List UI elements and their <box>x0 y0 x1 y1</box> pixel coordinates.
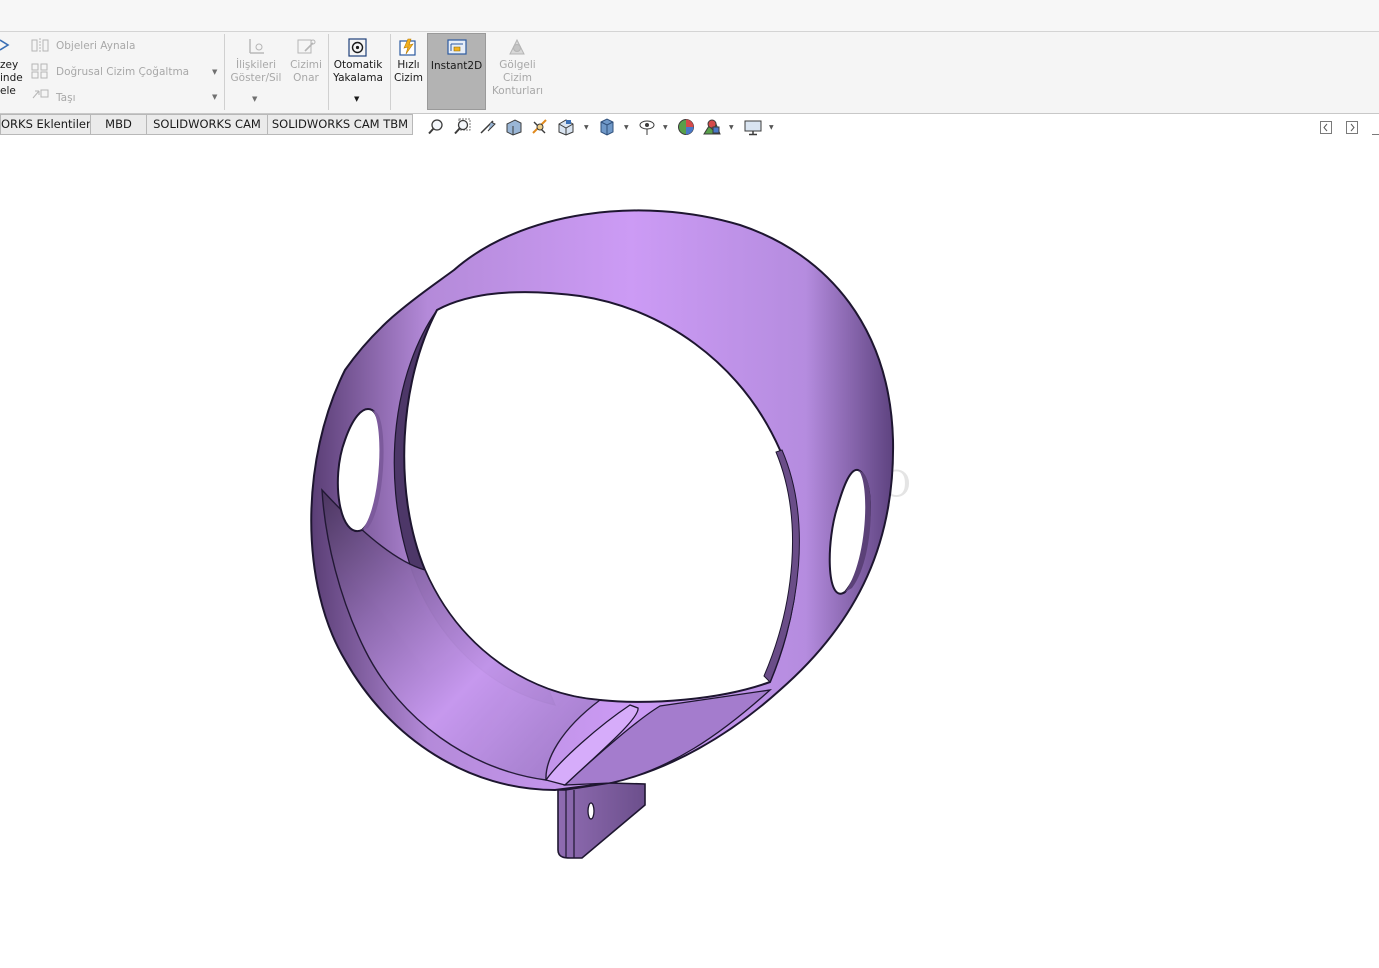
lug-tab <box>557 782 646 859</box>
clamp-part-model[interactable] <box>0 0 1379 968</box>
lug-hole <box>587 802 595 820</box>
